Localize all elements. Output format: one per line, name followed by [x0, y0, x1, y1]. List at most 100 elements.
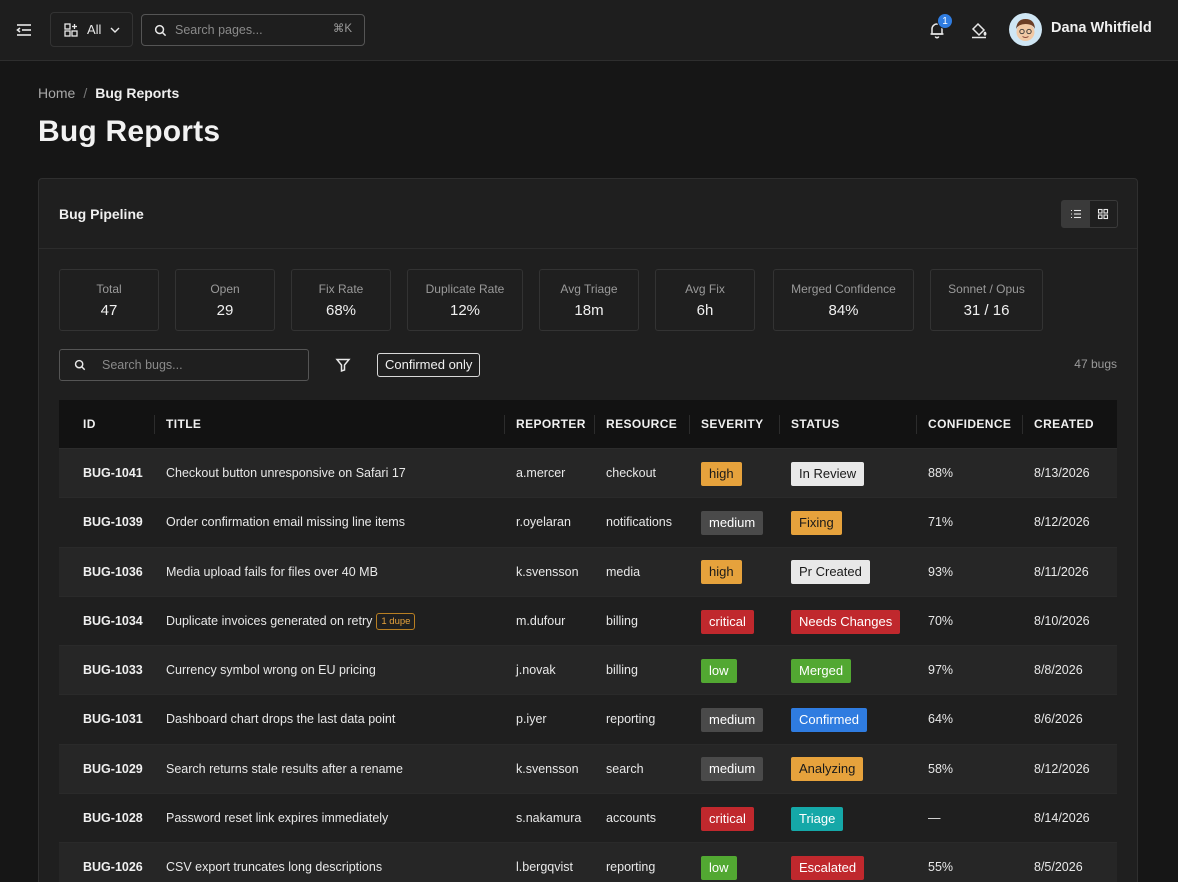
resource-text: reporting — [606, 712, 656, 727]
table-row[interactable]: BUG-1031 Dashboard chart drops the last d… — [59, 695, 1117, 745]
search-icon — [154, 24, 167, 37]
created-text: 8/12/2026 — [1034, 515, 1090, 530]
cell-id: BUG-1034 — [83, 597, 143, 646]
breadcrumb-separator: / — [83, 85, 88, 101]
created-text: 8/8/2026 — [1034, 663, 1083, 678]
stat-value: 12% — [449, 302, 481, 319]
confidence-text: 58% — [928, 761, 954, 776]
title-text: Password reset link expires immediately — [166, 811, 389, 826]
status-badge: Needs Changes — [791, 609, 901, 634]
status-badge: Fixing — [791, 511, 842, 535]
cell-id: BUG-1026 — [83, 843, 143, 882]
cell-reporter: s.nakamura — [516, 794, 581, 843]
status-badge: Merged — [791, 658, 852, 683]
list-icon — [1070, 208, 1082, 220]
cell-reporter: p.iyer — [516, 695, 547, 744]
stat-sonnet-opus: Sonnet / Opus 31 / 16 — [930, 269, 1043, 331]
duplicate-badge: 1 dupe — [376, 613, 416, 631]
cell-severity: high — [701, 548, 742, 597]
severity-badge: high — [701, 461, 742, 486]
cell-title: CSV export truncates long descriptions — [166, 843, 382, 882]
title-text: Order confirmation email missing line it… — [166, 515, 405, 530]
resource-text: search — [606, 761, 644, 776]
notification-badge: 1 — [937, 13, 953, 29]
column-header-confidence[interactable]: CONFIDENCE — [915, 400, 1011, 449]
cell-status: Analyzing — [791, 745, 864, 794]
cell-resource: billing — [606, 646, 638, 695]
severity-badge: medium — [701, 757, 764, 782]
reporter-text: a.mercer — [516, 466, 566, 480]
table-row[interactable]: BUG-1041 Checkout button unresponsive on … — [59, 449, 1117, 499]
table-row[interactable]: BUG-1034 Duplicate invoices generated on … — [59, 596, 1117, 647]
table-row[interactable]: BUG-1028 Password reset link expires imme… — [59, 794, 1117, 844]
user-name[interactable]: Dana Whitfield — [1051, 20, 1152, 36]
cell-created: 8/13/2026 — [1034, 449, 1090, 498]
bug-pipeline-card: Bug Pipeline Total 47 Open 29 Fix Rate 6… — [38, 178, 1138, 882]
page-search-input[interactable]: Search pages... ⌘K — [141, 14, 365, 46]
paint-bucket-icon[interactable] — [969, 20, 989, 40]
cell-severity: low — [701, 843, 737, 882]
cell-confidence: 88% — [928, 449, 953, 498]
status-badge: In Review — [791, 461, 865, 486]
cell-id: BUG-1036 — [83, 548, 143, 597]
created-text: 8/5/2026 — [1034, 860, 1083, 875]
cell-confidence: — — [928, 794, 941, 843]
column-header-id[interactable]: ID — [83, 400, 96, 449]
cell-title: Checkout button unresponsive on Safari 1… — [166, 449, 406, 498]
cell-resource: notifications — [606, 498, 672, 547]
cell-created: 8/10/2026 — [1034, 597, 1090, 646]
table-row[interactable]: BUG-1036 Media upload fails for files ove… — [59, 547, 1117, 597]
column-header-created[interactable]: CREATED — [1022, 400, 1094, 449]
filter-icon[interactable] — [335, 357, 351, 373]
column-header-reporter[interactable]: REPORTER — [504, 400, 586, 449]
list-view-button[interactable] — [1062, 201, 1090, 227]
created-text: 8/6/2026 — [1034, 712, 1083, 727]
created-text: 8/14/2026 — [1034, 811, 1090, 826]
status-badge: Pr Created — [791, 560, 870, 585]
column-header-status[interactable]: STATUS — [779, 400, 840, 449]
id-text: BUG-1041 — [83, 466, 143, 480]
grid-view-button[interactable] — [1090, 201, 1118, 227]
cell-status: Triage — [791, 794, 844, 843]
reporter-text: s.nakamura — [516, 811, 582, 826]
table-row[interactable]: BUG-1026 CSV export truncates long descri… — [59, 843, 1117, 882]
cell-status: Escalated — [791, 843, 865, 882]
stat-value: 6h — [696, 302, 714, 319]
resource-text: billing — [606, 663, 638, 678]
title-text: Currency symbol wrong on EU pricing — [166, 663, 376, 678]
title-text: CSV export truncates long descriptions — [166, 860, 383, 875]
column-header-title[interactable]: TITLE — [153, 400, 201, 449]
top-bar: All Search pages... ⌘K 1 Dana Whitfield — [0, 0, 1178, 61]
page-search-placeholder: Search pages... — [175, 23, 263, 37]
table-row[interactable]: BUG-1033 Currency symbol wrong on EU pric… — [59, 646, 1117, 696]
status-badge: Confirmed — [791, 708, 867, 733]
title-text: Search returns stale results after a ren… — [166, 761, 403, 776]
title-text: Media upload fails for files over 40 MB — [166, 564, 378, 579]
id-text: BUG-1028 — [83, 811, 143, 826]
bug-search-input[interactable]: Search bugs... — [59, 349, 309, 381]
breadcrumb-home[interactable]: Home — [38, 85, 75, 101]
cell-severity: low — [701, 646, 737, 695]
avatar[interactable] — [1009, 13, 1042, 46]
search-shortcut: ⌘K — [332, 23, 352, 35]
stat-value: 68% — [325, 302, 357, 319]
stat-duplicate-rate: Duplicate Rate 12% — [407, 269, 523, 331]
menu-collapse-icon[interactable] — [14, 20, 34, 40]
stat-value: 31 / 16 — [963, 302, 1010, 319]
stat-label: Avg Triage — [560, 282, 618, 296]
cell-id: BUG-1039 — [83, 498, 143, 547]
table-body: BUG-1041 Checkout button unresponsive on … — [59, 449, 1117, 882]
cell-reporter: j.novak — [516, 646, 556, 695]
table-row[interactable]: BUG-1039 Order confirmation email missing… — [59, 498, 1117, 548]
cell-title: Password reset link expires immediately — [166, 794, 388, 843]
column-header-severity[interactable]: SEVERITY — [689, 400, 764, 449]
chevron-down-icon — [109, 24, 121, 36]
stat-value: 29 — [216, 302, 234, 319]
confirmed-only-filter[interactable]: Confirmed only — [377, 353, 481, 377]
column-header-resource[interactable]: RESOURCE — [593, 400, 677, 449]
severity-badge: low — [701, 856, 737, 881]
scope-dropdown[interactable]: All — [50, 12, 133, 47]
table-row[interactable]: BUG-1029 Search returns stale results aft… — [59, 744, 1117, 795]
grid-icon — [1097, 208, 1109, 220]
reporter-text: k.svensson — [516, 761, 579, 776]
